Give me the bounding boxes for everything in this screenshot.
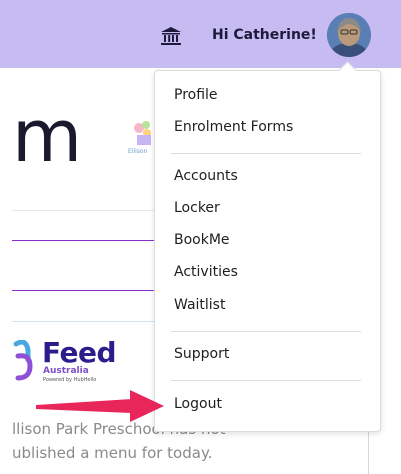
avatar-photo [327,13,371,57]
menu-item-bookme[interactable]: BookMe [174,232,230,248]
menu-item-waitlist[interactable]: Waitlist [174,297,225,313]
no-menu-line: ublished a menu for today. [12,444,213,462]
menu-item-accounts[interactable]: Accounts [174,168,238,184]
feed-logo-subtitle: Australia [43,366,89,376]
user-avatar[interactable] [327,13,371,57]
menu-divider [171,331,361,332]
user-greeting: Hi Catherine! [212,27,317,43]
top-bar: Hi Catherine! [0,0,401,68]
page-heading-fragment: m [12,94,83,178]
purple-divider [12,290,162,291]
menu-divider [171,153,361,154]
annotation-arrow-icon [36,390,164,422]
bank-icon[interactable] [160,26,182,46]
menu-item-enrolment-forms[interactable]: Enrolment Forms [174,119,293,135]
feed-logo-icon [13,340,33,381]
feed-australia-logo: Feed Australia Powered by HubHello [12,336,122,386]
menu-divider [171,380,361,381]
school-logo-label: Ellison [128,148,148,155]
user-dropdown-menu: Profile Enrolment Forms Accounts Locker … [154,70,381,432]
menu-item-support[interactable]: Support [174,346,229,362]
divider [12,210,162,211]
purple-divider [12,240,162,241]
menu-item-locker[interactable]: Locker [174,200,220,216]
feed-logo-powered: Powered by HubHello [43,377,97,383]
feed-logo-title: Feed [42,336,117,369]
menu-item-profile[interactable]: Profile [174,87,218,103]
menu-item-activities[interactable]: Activities [174,264,238,280]
menu-item-logout[interactable]: Logout [174,396,222,412]
